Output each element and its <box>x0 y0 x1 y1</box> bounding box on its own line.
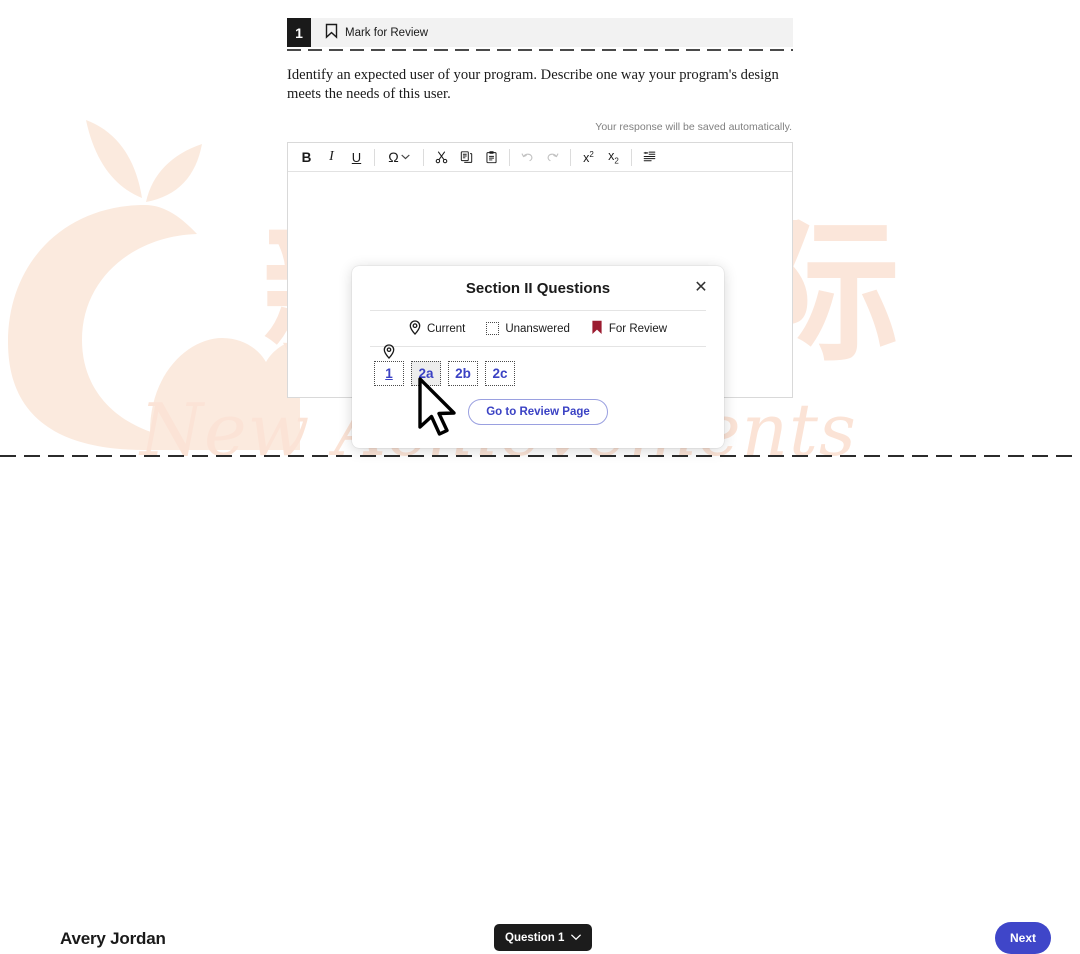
question-selector-label: Question 1 <box>505 931 565 944</box>
student-name: Avery Jordan <box>60 929 166 948</box>
question-button-2b[interactable]: 2b <box>448 361 478 386</box>
question-header-bar: 1 Mark for Review <box>287 18 793 51</box>
bottom-bar: Avery Jordan Question 1 Next <box>0 457 1080 954</box>
question-slot: 2a <box>411 361 441 386</box>
go-to-review-page-button[interactable]: Go to Review Page <box>468 399 608 425</box>
special-character-button[interactable]: Ω <box>380 145 418 170</box>
redo-button[interactable] <box>540 145 565 170</box>
legend-item-unanswered: Unanswered <box>486 322 570 335</box>
next-button[interactable]: Next <box>995 922 1051 954</box>
modal-title: Section II Questions <box>465 279 611 297</box>
legend-item-current: Current <box>409 319 466 338</box>
header-dashed-rule <box>287 49 793 51</box>
go-to-review-row: Go to Review Page <box>352 386 724 425</box>
undo-icon <box>521 153 533 162</box>
legend-label-unanswered: Unanswered <box>505 322 570 335</box>
indent-icon <box>643 151 656 162</box>
modal-legend: Current Unanswered For Review <box>352 311 724 346</box>
toolbar-separator <box>631 148 632 166</box>
question-button-2c[interactable]: 2c <box>485 361 515 386</box>
italic-button[interactable]: I <box>319 145 344 170</box>
question-navigation-modal: Section II Questions ✕ Current Unanswere… <box>352 266 724 448</box>
orange-logo-watermark <box>8 120 300 450</box>
question-slot: 2b <box>448 361 478 386</box>
legend-item-for-review: For Review <box>591 320 667 338</box>
autosave-note: Your response will be saved automaticall… <box>595 121 792 134</box>
toolbar-separator <box>423 148 424 166</box>
underline-button[interactable]: U <box>344 145 369 170</box>
mark-for-review-label: Mark for Review <box>345 26 429 39</box>
toolbar-separator <box>374 148 375 166</box>
question-button-2a[interactable]: 2a <box>411 361 441 386</box>
undo-button[interactable] <box>515 145 540 170</box>
toolbar-separator <box>509 148 510 166</box>
omega-icon: Ω <box>388 149 399 166</box>
question-button-1[interactable]: 1 <box>374 361 404 386</box>
paste-button[interactable] <box>479 145 504 170</box>
question-prompt-text: Identify an expected user of your progra… <box>287 67 779 102</box>
bold-button[interactable]: B <box>294 145 319 170</box>
question-number-badge: 1 <box>287 18 311 47</box>
scissors-icon <box>435 151 448 164</box>
subscript-button[interactable]: x2 <box>601 145 626 170</box>
copy-icon <box>460 151 473 164</box>
dotted-square-icon <box>486 322 500 335</box>
redo-icon <box>547 153 559 162</box>
subscript-icon: x2 <box>608 149 619 166</box>
mark-for-review-button[interactable]: Mark for Review <box>311 18 434 47</box>
chevron-down-icon <box>571 934 582 941</box>
copy-button[interactable] <box>454 145 479 170</box>
question-slot: 1 <box>374 344 404 386</box>
paste-icon <box>486 151 497 164</box>
legend-label-for-review: For Review <box>608 322 668 335</box>
bookmark-icon <box>325 23 338 42</box>
toolbar-separator <box>570 148 571 166</box>
bookmark-flag-icon <box>591 320 603 338</box>
current-location-pin-icon <box>383 344 395 364</box>
indent-button[interactable] <box>637 145 662 170</box>
question-selector-button[interactable]: Question 1 <box>494 924 593 951</box>
chevron-down-icon <box>401 154 410 160</box>
question-slot: 2c <box>485 361 515 386</box>
location-pin-icon <box>409 319 421 338</box>
modal-title-row: Section II Questions ✕ <box>352 266 724 310</box>
cut-button[interactable] <box>429 145 454 170</box>
close-icon[interactable]: ✕ <box>690 277 712 299</box>
question-grid: 1 2a 2b 2c <box>352 344 724 386</box>
superscript-button[interactable]: x2 <box>576 145 601 170</box>
legend-label-current: Current <box>426 322 466 335</box>
superscript-icon: x2 <box>583 149 594 165</box>
editor-toolbar: B I U Ω x2 x2 <box>288 143 792 173</box>
